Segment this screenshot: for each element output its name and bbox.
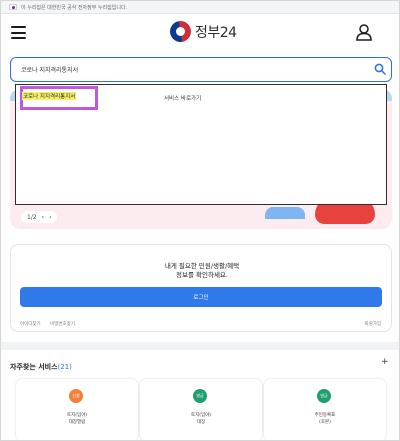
hamburger-menu-icon[interactable] xyxy=(11,26,26,39)
favorite-card-2[interactable]: 발급 토지(임야) 대장 xyxy=(140,379,262,440)
logo-text: 정부24 xyxy=(195,24,237,41)
favorites-title-text: 자주찾는 서비스 xyxy=(10,363,58,371)
favorite-badge-icon: 발급 xyxy=(193,389,207,403)
korea-flag-icon xyxy=(9,4,17,10)
favorites-add-button[interactable]: + xyxy=(381,357,389,367)
suggestion-item[interactable]: 코로나 지지격리통지서 xyxy=(22,92,77,100)
favorite-label-line1: 토지(임야) xyxy=(190,413,212,418)
favorite-badge-icon: 발급 xyxy=(317,389,331,403)
banner-pager: 1/2 ‹ › xyxy=(21,211,58,223)
page-frame: 이 누리집은 대한민국 공식 전자정부 누리집입니다. 정부24 1/2 ‹ › xyxy=(0,0,400,441)
login-button[interactable]: 로그인 xyxy=(20,287,382,307)
banner-prev-button[interactable]: ‹ xyxy=(42,214,44,221)
search-suggestion-dropdown: 코로나 지지격리통지서 서비스 바로가기 xyxy=(15,84,387,205)
favorite-badge-icon: 신청 xyxy=(69,389,83,403)
header: 정부24 xyxy=(1,15,399,52)
find-password-link[interactable]: 비밀번호찾기 xyxy=(50,322,75,327)
favorite-label-line1: 토지(임야) xyxy=(66,413,88,418)
login-card: 내게 필요한 민원/생활/혜택 정보를 확인하세요. 로그인 아이디찾기 비밀번… xyxy=(10,244,392,332)
search-box xyxy=(10,57,392,82)
logo[interactable]: 정부24 xyxy=(170,21,237,42)
favorites-count: (21) xyxy=(57,363,72,371)
user-icon[interactable] xyxy=(356,24,372,41)
find-id-link[interactable]: 아이디찾기 xyxy=(20,322,41,327)
section-divider xyxy=(1,342,399,350)
favorite-label-line2: (초본) xyxy=(319,420,331,425)
notice-text: 이 누리집은 대한민국 공식 전자정부 누리집입니다. xyxy=(21,4,128,11)
login-message-line2: 정보를 확인하세요. xyxy=(176,271,228,279)
banner-illustration-blue xyxy=(265,207,305,219)
signup-link[interactable]: 회원가입 xyxy=(364,321,381,327)
favorite-label-line2: 대장열람 xyxy=(68,420,86,425)
favorite-card-1[interactable]: 신청 토지(임야) 대장열람 xyxy=(16,379,138,440)
banner-page-indicator: 1/2 xyxy=(27,213,37,221)
search-input[interactable] xyxy=(21,63,351,76)
favorites-title: 자주찾는 서비스(21) xyxy=(10,362,72,372)
favorite-label-line1: 주민등록표 xyxy=(314,413,336,418)
favorite-label-line2: 대장 xyxy=(196,420,206,425)
government-emblem-icon xyxy=(170,21,191,42)
service-shortcut-link[interactable]: 서비스 바로가기 xyxy=(164,94,201,102)
favorite-card-3[interactable]: 발급 주민등록표 (초본) xyxy=(264,379,386,440)
login-links: 아이디찾기 비밀번호찾기 xyxy=(20,321,83,327)
search-icon[interactable] xyxy=(374,63,386,75)
banner-next-button[interactable]: › xyxy=(49,214,51,221)
notice-bar: 이 누리집은 대한민국 공식 전자정부 누리집입니다. xyxy=(1,1,399,14)
